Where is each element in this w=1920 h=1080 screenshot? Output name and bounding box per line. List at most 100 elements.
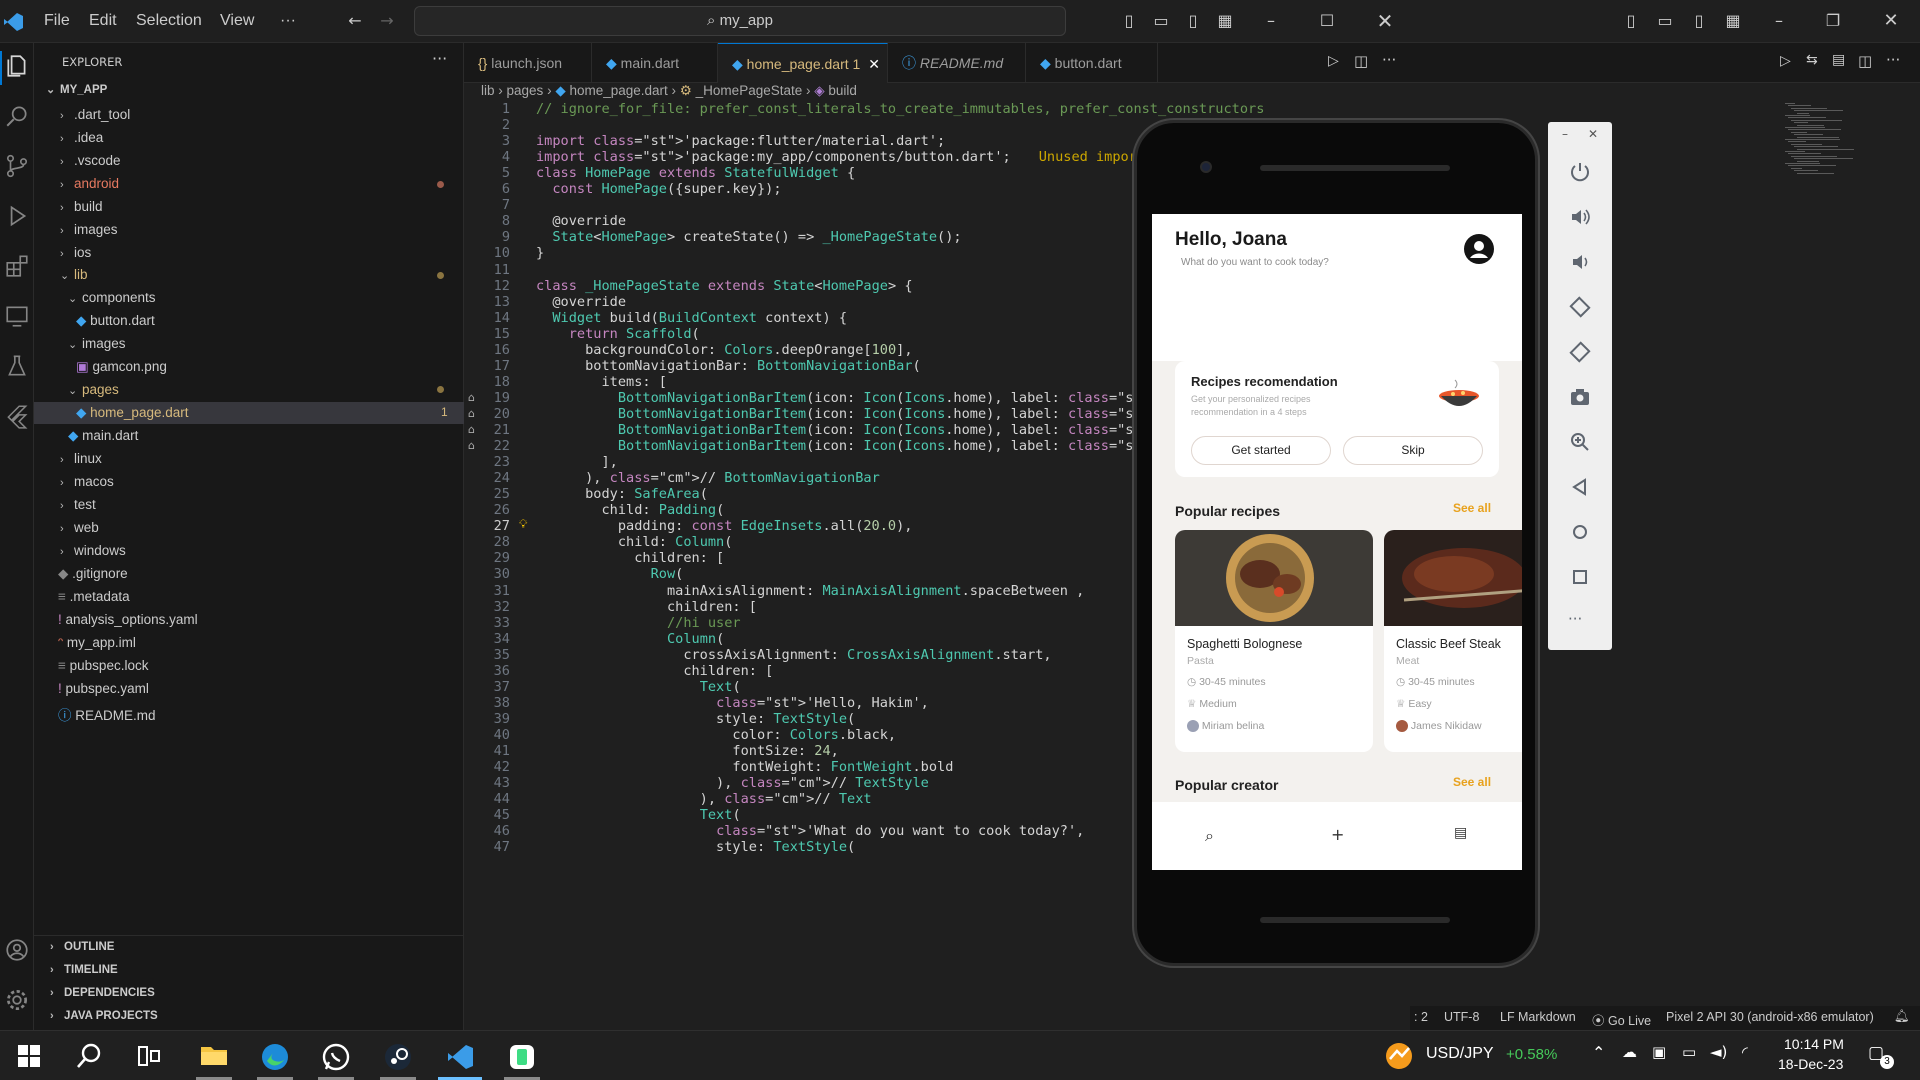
tree-item[interactable]: › windows [60, 543, 126, 558]
steam-icon[interactable] [384, 1043, 412, 1071]
nav-search-icon[interactable]: ⌕ [1205, 826, 1214, 846]
customize-layout-icon-2[interactable]: ▦ [1722, 10, 1744, 32]
nav-add-icon[interactable]: + [1331, 825, 1344, 844]
code-line[interactable]: // ignore_for_file: prefer_const_literal… [536, 101, 1264, 117]
tree-item[interactable]: ◆ button.dart [76, 313, 155, 329]
whatsapp-icon[interactable] [322, 1043, 350, 1071]
tree-item[interactable]: ⌄ images [68, 336, 126, 351]
recipe-card[interactable]: Spaghetti Bolognese Pasta ◷ 30-45 minute… [1175, 530, 1373, 752]
code-line[interactable]: Text( [536, 679, 741, 695]
code-line[interactable]: BottomNavigationBarItem(icon: Icon(Icons… [536, 438, 1183, 454]
code-line[interactable]: ), class="cm">// TextStyle [536, 775, 929, 791]
power-icon[interactable] [1568, 160, 1592, 184]
editor-more-icon[interactable]: ··· [1382, 51, 1396, 69]
status-indentation[interactable]: : 2 [1414, 1010, 1428, 1024]
section-timeline[interactable]: › TIMELINE [50, 964, 118, 976]
close-window-icon[interactable]: ✕ [1374, 10, 1396, 32]
code-line[interactable]: child: Padding( [536, 502, 724, 518]
tree-item[interactable]: › .idea [60, 130, 103, 145]
app-screen[interactable]: Hello, Joana What do you want to cook to… [1152, 214, 1522, 870]
code-line[interactable]: return Scaffold( [536, 326, 700, 342]
testing-icon[interactable] [4, 353, 30, 379]
tree-item[interactable]: › test [60, 497, 96, 512]
toggle-secondary-sidebar-icon-2[interactable]: ▯ [1688, 10, 1710, 32]
breadcrumb-lib[interactable]: lib [481, 83, 495, 98]
tree-item[interactable]: ᵔ my_app.iml [58, 635, 136, 650]
code-line[interactable]: children: [ [536, 663, 773, 679]
emulator-more-icon[interactable]: ··· [1568, 610, 1582, 628]
section-java-projects[interactable]: › JAVA PROJECTS [50, 1010, 158, 1022]
status-language[interactable]: Markdown [1518, 1010, 1576, 1024]
status-go-live[interactable]: ⦿ Go Live [1592, 1010, 1651, 1029]
tree-item[interactable]: › macos [60, 474, 114, 489]
code-line[interactable]: BottomNavigationBarItem(icon: Icon(Icons… [536, 390, 1191, 406]
code-line[interactable]: State<HomePage> createState() => _HomePa… [536, 229, 961, 245]
open-preview-icon[interactable]: ▤ [1832, 52, 1845, 68]
tree-item[interactable]: ⌄ lib [60, 267, 88, 282]
command-center-search[interactable]: ⌕ my_app [414, 6, 1066, 36]
accounts-icon[interactable] [4, 937, 30, 963]
section-outline[interactable]: › OUTLINE [50, 941, 114, 953]
tree-item[interactable]: ◆ main.dart [68, 428, 138, 444]
remote-explorer-icon[interactable] [4, 303, 30, 329]
customize-layout-icon[interactable]: ▦ [1214, 10, 1236, 32]
tray-app-icon[interactable]: ▣ [1652, 1043, 1666, 1061]
task-view-icon[interactable] [138, 1045, 160, 1067]
tree-item[interactable]: › images [60, 222, 118, 237]
code-line[interactable]: Row( [536, 566, 684, 582]
tree-item[interactable]: ◆ .gitignore [58, 566, 128, 582]
ticker-symbol[interactable]: USD/JPY [1426, 1045, 1494, 1063]
source-control-icon[interactable] [4, 153, 30, 179]
tree-item[interactable]: ⓘ README.md [58, 704, 156, 724]
nav-bookmark-icon[interactable]: ▤ [1454, 825, 1467, 841]
code-line[interactable]: style: TextStyle( [536, 711, 855, 727]
emulator-minimize-icon[interactable]: – [1562, 127, 1568, 141]
toggle-sidebar-icon[interactable]: ▯ [1118, 10, 1140, 32]
vscode-taskbar-icon[interactable] [446, 1043, 474, 1071]
tab-readme[interactable]: ⓘ README.md [888, 43, 1026, 83]
menu-file[interactable]: File [44, 12, 70, 30]
code-line[interactable]: BottomNavigationBarItem(icon: Icon(Icons… [536, 422, 1191, 438]
code-line[interactable]: mainAxisAlignment: MainAxisAlignment.spa… [536, 583, 1084, 599]
close-window-icon-2[interactable]: ✕ [1880, 10, 1902, 32]
forward-arrow-icon[interactable]: → [376, 10, 398, 32]
code-line[interactable]: } [536, 245, 544, 261]
tree-item[interactable]: ! pubspec.yaml [58, 681, 149, 696]
tree-item[interactable]: ! analysis_options.yaml [58, 612, 198, 627]
code-line[interactable]: bottomNavigationBar: BottomNavigationBar… [536, 358, 921, 374]
flutter-icon[interactable] [4, 403, 30, 429]
code-line[interactable]: import class="st">'package:my_app/compon… [536, 149, 1235, 165]
code-line[interactable]: ), class="cm">// BottomNavigationBar [536, 470, 880, 486]
overview-square-icon[interactable] [1568, 565, 1592, 589]
code-line[interactable]: items: [ [536, 374, 666, 390]
code-line[interactable]: class HomePage extends StatefulWidget { [536, 165, 855, 181]
code-line[interactable]: body: SafeArea( [536, 486, 708, 502]
code-line[interactable]: color: Colors.black, [536, 727, 896, 743]
see-all-recipes-link[interactable]: See all [1453, 501, 1491, 515]
camera-screenshot-icon[interactable] [1568, 385, 1592, 409]
search-view-icon[interactable] [4, 103, 30, 129]
tree-item[interactable]: › ios [60, 245, 91, 260]
split-editor-icon-2[interactable]: ◫ [1858, 52, 1872, 70]
workspace-root[interactable]: ⌄ MY_APP [46, 83, 107, 96]
run-icon-2[interactable]: ▷ [1780, 53, 1791, 69]
close-tab-icon[interactable]: ✕ [868, 56, 880, 72]
wifi-icon[interactable]: ◜ [1742, 1043, 1748, 1061]
menu-more[interactable]: ··· [280, 12, 296, 30]
volume-up-icon[interactable] [1568, 205, 1592, 229]
tab-main-dart[interactable]: ◆ main.dart [592, 43, 718, 83]
minimize-window-icon[interactable]: – [1260, 10, 1282, 32]
status-encoding[interactable]: UTF-8 [1444, 1010, 1479, 1024]
toggle-panel-icon-2[interactable]: ▭ [1654, 10, 1676, 32]
code-line[interactable]: style: TextStyle( [536, 839, 855, 855]
tab-launch-json[interactable]: {} launch.json [464, 43, 592, 83]
windows-start-icon[interactable] [18, 1045, 40, 1067]
code-line[interactable]: backgroundColor: Colors.deepOrange[100], [536, 342, 912, 358]
code-line[interactable]: @override [536, 294, 626, 310]
speaker-volume-icon[interactable]: ◄) [1710, 1043, 1727, 1061]
volume-down-icon[interactable] [1568, 250, 1592, 274]
code-line[interactable]: padding: const EdgeInsets.all(20.0), [536, 518, 913, 534]
profile-avatar-icon[interactable] [1464, 234, 1494, 264]
code-line[interactable]: ), class="cm">// Text [536, 791, 872, 807]
code-line[interactable]: //hi user [536, 615, 741, 631]
